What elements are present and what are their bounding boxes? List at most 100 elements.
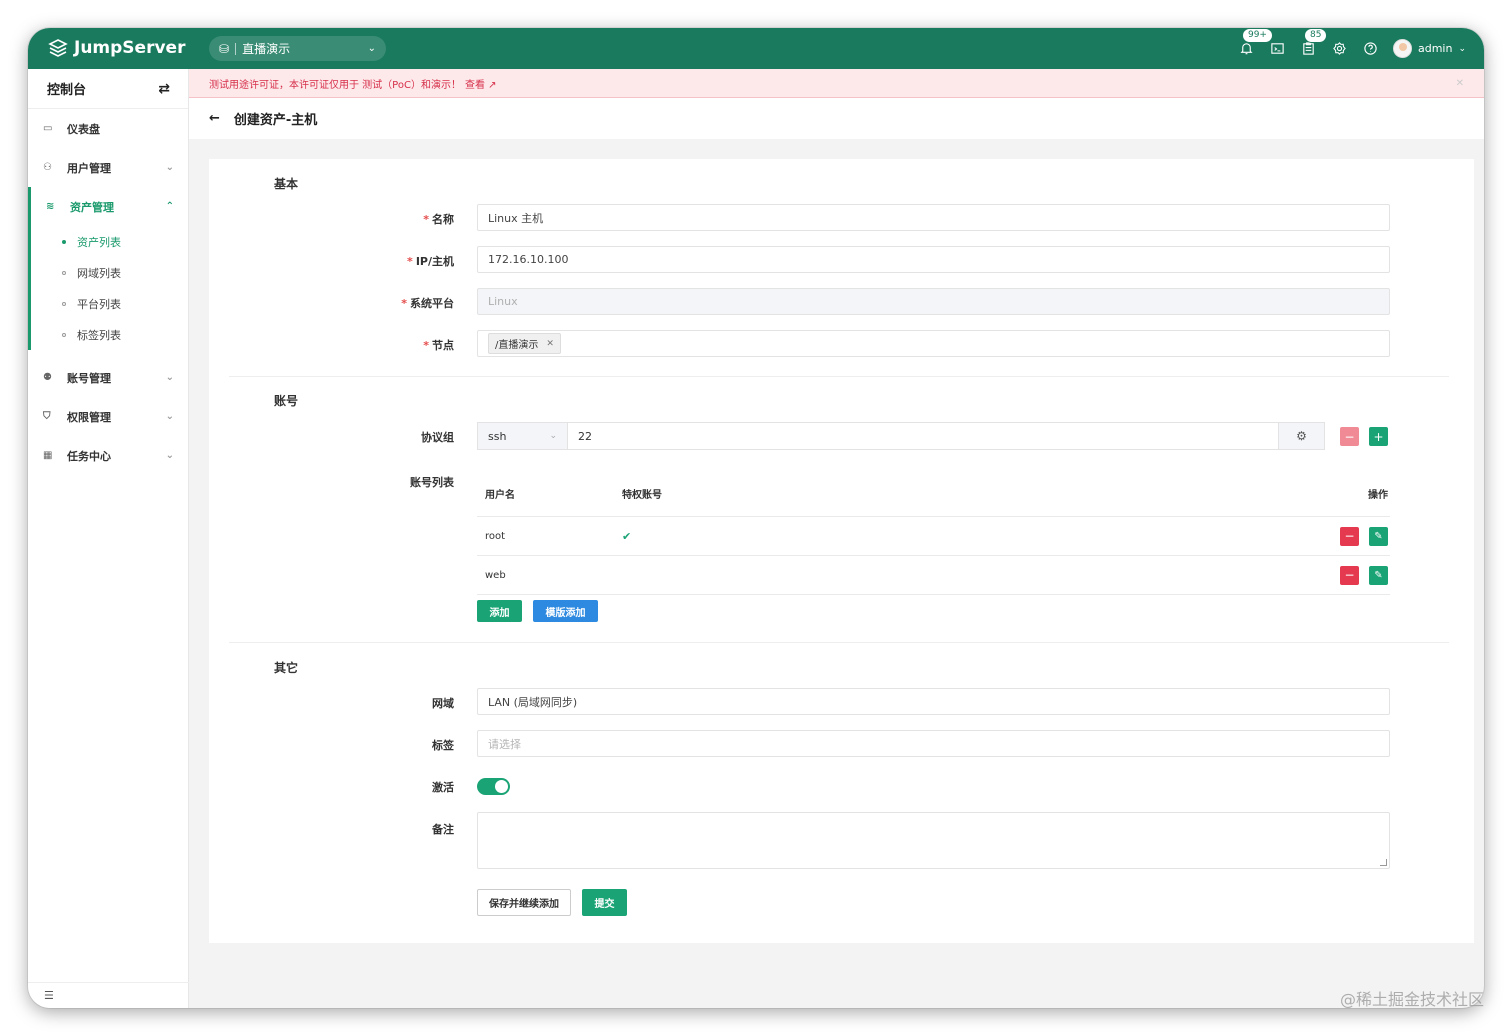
user-menu[interactable]: admin ⌄: [1392, 39, 1466, 58]
submit-button[interactable]: 提交: [582, 889, 627, 916]
swap-icon[interactable]: ⇄: [158, 81, 170, 97]
labels-select[interactable]: 请选择: [477, 730, 1390, 757]
sidebar-item-label: 账号管理: [67, 371, 111, 385]
table-row: web − ✎: [477, 556, 1390, 595]
chevron-down-icon: ⌄: [367, 43, 376, 54]
sidebar-item-dashboard[interactable]: ▭ 仪表盘: [28, 109, 188, 148]
chevron-down-icon: ⌄: [165, 411, 174, 422]
collapse-sidebar-icon[interactable]: ☰: [44, 989, 54, 1002]
users-icon: ⚇: [43, 162, 52, 173]
col-username: 用户名: [485, 490, 515, 501]
clipboard-icon[interactable]: 85: [1300, 28, 1328, 57]
cell-username: root: [485, 530, 506, 542]
table-row: root ✔ − ✎: [477, 517, 1390, 556]
dashboard-icon: ▭: [43, 123, 53, 134]
external-link-icon: ↗: [488, 79, 497, 91]
sidebar-subitem-asset-list[interactable]: 资产列表: [31, 226, 188, 257]
remove-tag-icon[interactable]: ✕: [546, 339, 554, 349]
sidebar-item-label: 任务中心: [67, 449, 111, 463]
subitem-label: 资产列表: [77, 235, 121, 249]
accounts-table: 用户名 特权账号 操作 root ✔ − ✎ web − ✎: [477, 471, 1390, 595]
chevron-down-icon: ⌄: [165, 372, 174, 383]
labels-label: 标签: [432, 739, 454, 752]
template-add-button[interactable]: 模版添加: [533, 600, 598, 622]
tasks-badge: 85: [1303, 28, 1328, 43]
ip-input[interactable]: 172.16.10.100: [477, 246, 1390, 273]
protocol-label: 协议组: [421, 431, 454, 444]
sidebar-subitem-platform-list[interactable]: 平台列表: [31, 288, 188, 319]
stack-icon: ≋: [46, 201, 55, 212]
table-header: 用户名 特权账号 操作: [477, 471, 1390, 517]
comment-textarea[interactable]: [477, 812, 1390, 869]
remove-protocol-button[interactable]: −: [1340, 427, 1359, 446]
sidebar-item-tasks[interactable]: ▦ 任务中心 ⌄: [28, 436, 188, 475]
close-icon[interactable]: ✕: [1456, 78, 1464, 89]
save-continue-button[interactable]: 保存并继续添加: [477, 889, 571, 916]
section-account-title: 账号: [274, 394, 299, 408]
calendar-icon: ▦: [43, 450, 53, 461]
cell-username: web: [485, 569, 506, 581]
edit-row-button[interactable]: ✎: [1369, 526, 1388, 546]
edit-row-button[interactable]: ✎: [1369, 565, 1388, 585]
protocol-select[interactable]: ssh ⌄: [478, 423, 568, 449]
back-arrow-icon[interactable]: ←: [209, 111, 220, 126]
org-select[interactable]: ⛁ 直播演示 ⌄: [209, 36, 386, 61]
name-label: * 名称: [423, 213, 454, 226]
app-logo[interactable]: JumpServer: [48, 38, 185, 58]
add-account-button[interactable]: 添加: [477, 600, 522, 622]
col-privileged: 特权账号: [622, 490, 662, 501]
active-label: 激活: [432, 781, 454, 794]
active-toggle[interactable]: [477, 778, 510, 795]
sidebar-item-assets[interactable]: ≋ 资产管理 ⌃: [28, 187, 188, 226]
comment-label: 备注: [432, 823, 454, 836]
sidebar-item-accounts[interactable]: ⚉ 账号管理 ⌄: [28, 358, 188, 397]
sidebar-subitem-label-list[interactable]: 标签列表: [31, 319, 188, 350]
header-actions: 99+ 85 admin ⌄: [1238, 28, 1466, 69]
page-header: ← 创建资产-主机: [189, 98, 1484, 139]
avatar: [1392, 39, 1412, 58]
bullet-icon: [62, 270, 66, 275]
sidebar-item-label: 资产管理: [70, 200, 114, 214]
license-banner: 测试用途许可证，本许可证仅用于 测试（PoC）和演示！ 查看 ↗ ✕: [189, 69, 1484, 98]
node-tag: /直播演示 ✕: [488, 333, 561, 354]
node-label: * 节点: [423, 339, 454, 352]
sidebar: 控制台 ⇄ ▭ 仪表盘 ⚇ 用户管理 ⌄ ≋ 资产管理 ⌃ 资产列表 网域列表: [28, 69, 189, 1008]
check-icon: ✔: [622, 529, 632, 543]
banner-link[interactable]: 查看 ↗: [465, 76, 497, 91]
sidebar-subitem-domain-list[interactable]: 网域列表: [31, 257, 188, 288]
section-divider: [229, 642, 1449, 643]
chevron-down-icon: ⌄: [1458, 43, 1466, 54]
jumpserver-logo-icon: [48, 39, 68, 57]
domain-label: 网域: [432, 697, 454, 710]
platform-input: Linux: [477, 288, 1390, 315]
protocol-port-input[interactable]: 22: [568, 423, 1278, 449]
account-icon: ⚉: [43, 372, 52, 383]
terminal-icon[interactable]: [1269, 40, 1286, 57]
org-name: 直播演示: [242, 42, 291, 56]
domain-select[interactable]: LAN (局域网同步): [477, 688, 1390, 715]
banner-text: 测试用途许可证，本许可证仅用于 测试（PoC）和演示！: [209, 79, 461, 91]
bell-icon[interactable]: 99+: [1238, 28, 1273, 57]
org-icon: ⛁: [219, 41, 230, 56]
gear-icon[interactable]: ⚙: [1278, 423, 1324, 449]
chevron-down-icon: ⌄: [549, 431, 557, 441]
node-select[interactable]: /直播演示 ✕: [477, 330, 1390, 357]
watermark: @稀土掘金技术社区: [1339, 990, 1484, 1009]
shield-icon: ⛉: [43, 411, 51, 422]
add-protocol-button[interactable]: +: [1369, 427, 1388, 446]
gear-icon[interactable]: [1331, 40, 1348, 57]
sidebar-item-permissions[interactable]: ⛉ 权限管理 ⌄: [28, 397, 188, 436]
form-card: 基本 * 名称 Linux 主机 * IP/主机 172.16.10.100 * 系统…: [209, 159, 1474, 943]
accounts-label: 账号列表: [410, 476, 454, 489]
col-actions: 操作: [1368, 490, 1388, 501]
section-basic-title: 基本: [274, 177, 299, 191]
chevron-down-icon: ⌄: [165, 450, 174, 461]
app-name: JumpServer: [74, 38, 186, 58]
chevron-down-icon: ⌄: [165, 162, 174, 173]
help-icon[interactable]: [1362, 40, 1379, 57]
sidebar-item-users[interactable]: ⚇ 用户管理 ⌄: [28, 148, 188, 187]
name-input[interactable]: Linux 主机: [477, 204, 1390, 231]
sidebar-title: 控制台 ⇄: [28, 69, 188, 109]
delete-row-button[interactable]: −: [1340, 565, 1359, 585]
delete-row-button[interactable]: −: [1340, 526, 1359, 546]
